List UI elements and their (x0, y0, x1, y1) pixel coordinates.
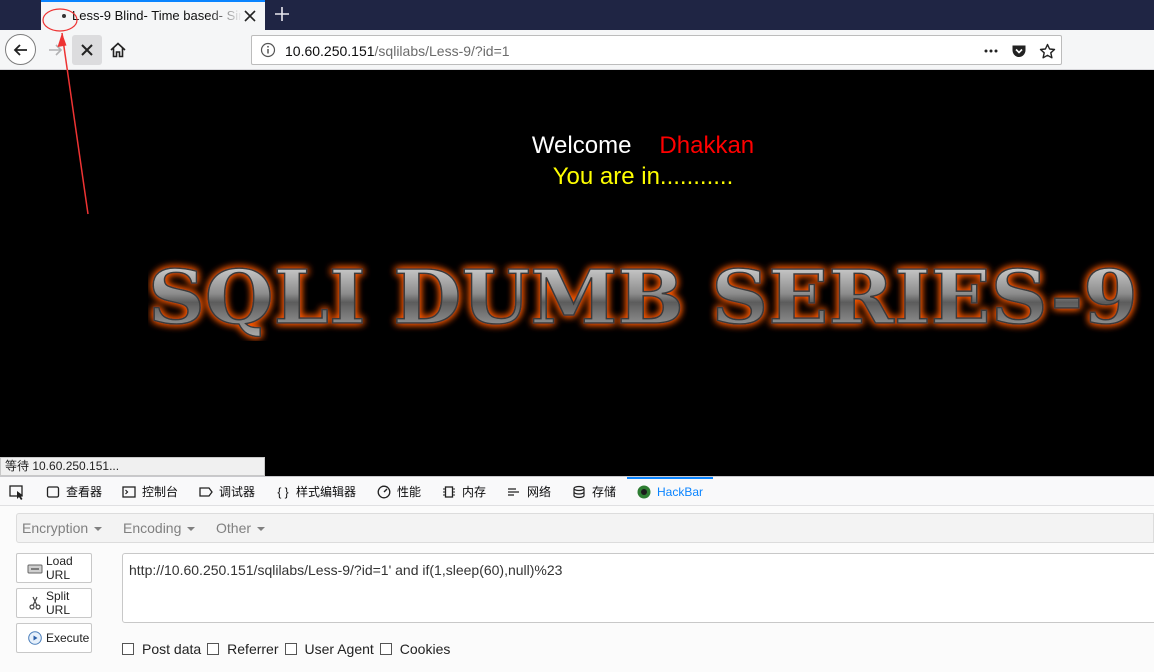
tab-label: 样式编辑器 (296, 485, 357, 499)
site-info-icon[interactable] (260, 42, 276, 58)
load-url-icon (27, 561, 43, 575)
login-status-text: You are in........... (552, 163, 734, 190)
memory-icon (442, 485, 456, 499)
checkbox-label: User Agent (304, 641, 374, 657)
hackbar-icon (637, 485, 651, 499)
forward-arrow-icon (49, 44, 63, 56)
checkbox-box[interactable] (207, 643, 220, 655)
console-icon (122, 485, 136, 499)
url-path: /sqlilabs/Less-9/?id=1 (374, 43, 510, 59)
caret-down-icon (187, 527, 196, 532)
url-host: 10.60.250.151 (285, 43, 375, 59)
tab-label: 调试器 (219, 485, 256, 499)
tab-label: 控制台 (142, 485, 179, 499)
load-url-button[interactable]: Load URL (16, 553, 92, 583)
network-icon (507, 485, 521, 499)
page-content: Welcome Dhakkan You are in........... SQL… (0, 71, 1154, 476)
active-tab-indicator (627, 477, 713, 479)
tab-network[interactable]: 网络 (507, 477, 551, 506)
element-picker-icon[interactable] (8, 483, 26, 501)
sqli-banner-image: SQLI DUMB SERIES-9 (148, 254, 1139, 341)
other-menu[interactable]: Other (216, 520, 266, 536)
tab-strip: Less-9 Blind- Time based- Single Quotes-… (0, 0, 1154, 30)
new-tab-icon[interactable] (272, 4, 292, 24)
menu-label: Encoding (123, 520, 182, 536)
home-button[interactable] (103, 35, 133, 65)
inspector-icon (46, 485, 60, 499)
button-label: Split URL (46, 589, 71, 617)
checkbox-box[interactable] (284, 643, 297, 655)
status-bar: 等待 10.60.250.151... (0, 457, 265, 476)
checkbox-box[interactable] (379, 643, 392, 655)
split-url-button[interactable]: Split URL (16, 588, 92, 618)
tab-label: 内存 (462, 485, 487, 499)
tab-title: Less-9 Blind- Time based- Single Quotes-… (72, 8, 242, 23)
tab-label: 查看器 (66, 485, 103, 499)
tab-label: 性能 (397, 485, 422, 499)
tab-hackbar[interactable]: HackBar (637, 477, 703, 506)
tab-memory[interactable]: 内存 (442, 477, 486, 506)
home-icon (110, 42, 126, 58)
user-agent-checkbox[interactable]: User Agent (284, 641, 374, 657)
tab-inspector[interactable]: 查看器 (46, 477, 102, 506)
welcome-text: Welcome (531, 132, 632, 159)
close-tab-icon[interactable] (241, 7, 259, 25)
performance-icon (377, 485, 391, 499)
back-button[interactable] (5, 34, 36, 65)
storage-icon (572, 485, 586, 499)
devtools-toolbar: 查看器 控制台 调试器 { } 样式编辑器 性能 内存 网络 存储 HackBa… (0, 476, 1154, 506)
loading-indicator-icon (62, 14, 66, 18)
execute-button[interactable]: Execute (16, 623, 92, 653)
tab-performance[interactable]: 性能 (377, 477, 421, 506)
bookmark-star-icon[interactable] (1037, 41, 1057, 61)
stop-button[interactable] (72, 35, 102, 65)
referrer-checkbox[interactable]: Referrer (207, 641, 279, 657)
checkbox-label: Post data (142, 641, 202, 657)
options-row: Post data Referrer User Agent Cookies (122, 641, 456, 657)
navigation-toolbar: 10.60.250.151/sqlilabs/Less-9/?id=1 (0, 30, 1154, 70)
pocket-icon[interactable] (1009, 41, 1029, 61)
tab-label: 存储 (592, 485, 617, 499)
url-textarea[interactable]: http://10.60.250.151/sqlilabs/Less-9/?id… (122, 553, 1154, 623)
caret-down-icon (257, 527, 266, 532)
welcome-line: Welcome Dhakkan (0, 131, 1154, 161)
braces-icon: { } (277, 484, 289, 499)
url-text[interactable]: 10.60.250.151/sqlilabs/Less-9/?id=1 (285, 43, 510, 59)
address-bar[interactable]: 10.60.250.151/sqlilabs/Less-9/?id=1 (251, 35, 1062, 65)
checkbox-box[interactable] (122, 643, 134, 655)
tab-debugger[interactable]: 调试器 (199, 477, 255, 506)
menu-label: Encryption (22, 520, 89, 536)
checkbox-label: Referrer (227, 641, 279, 657)
page-actions-icon[interactable] (981, 41, 1001, 61)
user-name: Dhakkan (659, 132, 755, 159)
button-label: Execute (46, 631, 90, 645)
back-arrow-icon (13, 43, 27, 56)
tab-style-editor[interactable]: { } 样式编辑器 (276, 477, 356, 506)
banner-text: SQLI DUMB SERIES-9 (148, 255, 1138, 341)
stop-icon (81, 44, 93, 56)
encoding-menu[interactable]: Encoding (123, 520, 196, 536)
hackbar-panel: Encryption Encoding Other Load URL Split… (0, 506, 1154, 672)
checkbox-label: Cookies (399, 641, 451, 657)
post-data-checkbox[interactable]: Post data (122, 641, 201, 657)
scissors-icon (27, 596, 43, 610)
caret-down-icon (94, 527, 103, 532)
tab-storage[interactable]: 存储 (572, 477, 616, 506)
tab-label: HackBar (657, 484, 704, 499)
tab-console[interactable]: 控制台 (122, 477, 178, 506)
forward-button[interactable] (40, 35, 70, 65)
play-icon (27, 631, 43, 645)
browser-tab[interactable]: Less-9 Blind- Time based- Single Quotes-… (41, 0, 265, 30)
hackbar-menubar: Encryption Encoding Other (16, 513, 1154, 543)
tab-label: 网络 (527, 485, 552, 499)
debugger-icon (199, 485, 213, 499)
cookies-checkbox[interactable]: Cookies (379, 641, 451, 657)
button-label: Load URL (46, 554, 73, 582)
menu-label: Other (216, 520, 252, 536)
encryption-menu[interactable]: Encryption (22, 520, 103, 536)
